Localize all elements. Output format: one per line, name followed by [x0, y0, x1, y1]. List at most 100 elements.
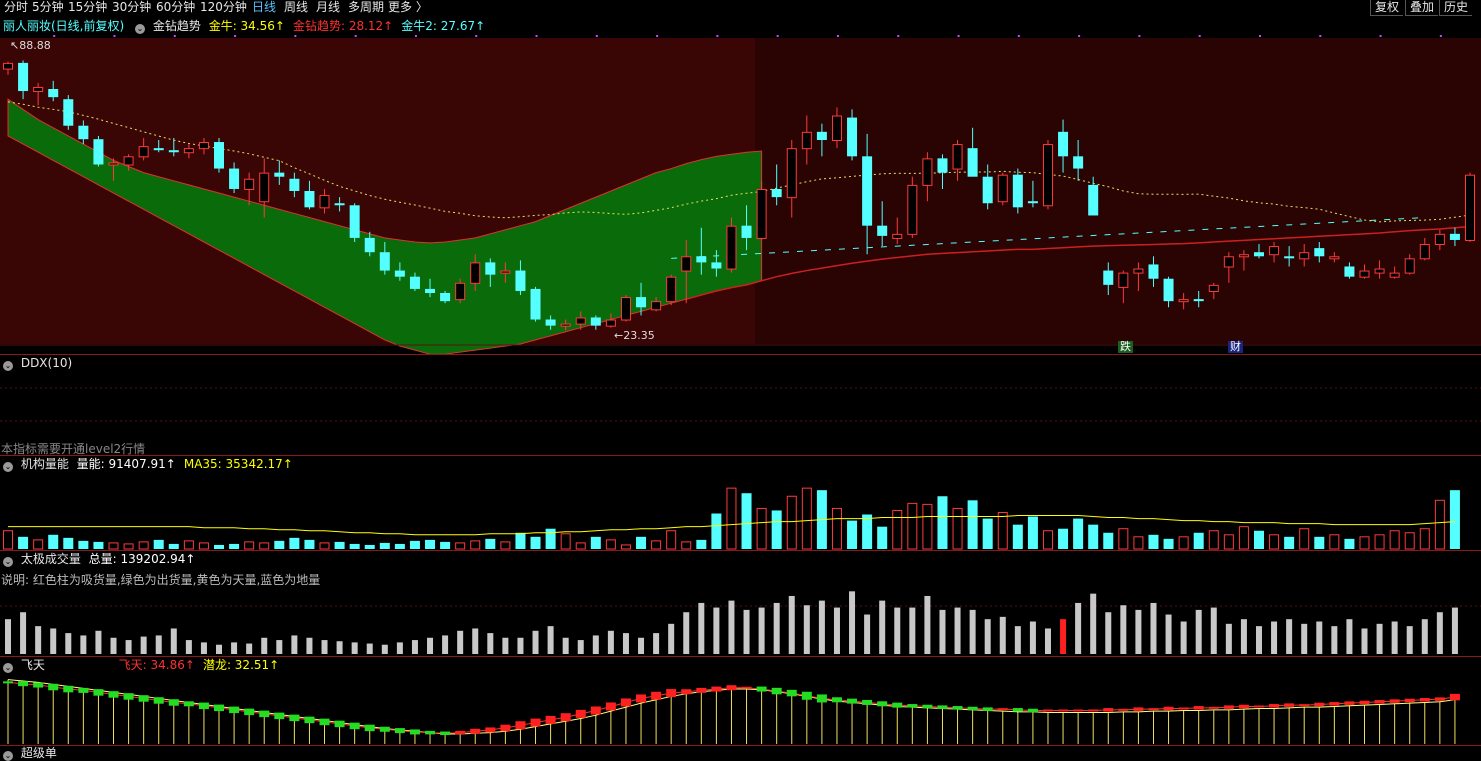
candle-body: [560, 323, 571, 327]
taiji-bar: [185, 640, 192, 654]
feitian-block: [515, 721, 526, 730]
candle-body: [1344, 266, 1355, 277]
volume-bar: [967, 500, 978, 549]
candle-body: [1042, 144, 1053, 207]
volume-bar: [847, 520, 858, 549]
toolbar-button-1[interactable]: 叠加: [1405, 0, 1439, 16]
taiji-bar: [5, 619, 11, 654]
taiji-bar: [381, 644, 388, 654]
volume-bar: [78, 540, 89, 549]
taiji-bar: [261, 637, 268, 654]
signal-dot: [1379, 35, 1382, 37]
taiji-bar: [80, 635, 87, 654]
period-tab-5[interactable]: 120分钟: [200, 0, 247, 16]
candle-body: [198, 142, 209, 150]
taiji-bar: [653, 633, 660, 654]
taiji-bar: [607, 630, 614, 654]
candle-body: [997, 174, 1008, 203]
toolbar-button-2[interactable]: 历史: [1439, 0, 1473, 16]
feitian-block: [967, 706, 978, 711]
super-order-header: ⌄ 超级单: [0, 745, 61, 761]
volume-bar: [1193, 532, 1204, 549]
period-tab-6[interactable]: 日线: [252, 0, 276, 16]
volume-bar: [862, 514, 873, 549]
period-tab-2[interactable]: 15分钟: [68, 0, 107, 16]
feitian-block: [93, 689, 104, 696]
feitian-block: [1148, 708, 1159, 711]
taiji-bar: [1331, 626, 1338, 654]
volume-bar: [620, 544, 631, 550]
candle-body: [605, 319, 616, 327]
feitian-block: [214, 704, 225, 712]
signal-dot: [776, 35, 779, 37]
candle-body: [892, 233, 903, 239]
taiji-bar: [35, 626, 42, 654]
taiji-bar: [1301, 623, 1308, 654]
candle-body: [1238, 254, 1249, 258]
period-tab-0[interactable]: 分时: [4, 0, 28, 16]
taiji-bar: [276, 640, 283, 654]
signal-dot: [294, 35, 297, 37]
volume-bar: [455, 542, 466, 550]
volume-bar: [711, 513, 722, 549]
period-tab-1[interactable]: 5分钟: [32, 0, 64, 16]
taiji-bar: [1240, 619, 1247, 654]
volume-bar: [1389, 530, 1400, 550]
super-order-menu-chevron-icon[interactable]: ⌄: [3, 751, 13, 761]
candle-body: [967, 148, 978, 177]
feitian-block: [801, 691, 812, 700]
volume-bar: [1404, 532, 1415, 550]
candle-body: [289, 178, 300, 191]
candle-body: [123, 156, 134, 166]
period-tab-7[interactable]: 周线: [284, 0, 308, 16]
candle-body: [1299, 252, 1310, 260]
taiji-bar: [577, 640, 584, 654]
super-order-title[interactable]: 超级单: [21, 746, 57, 760]
candle-body: [440, 293, 451, 302]
taiji-bar: [1406, 626, 1413, 654]
candle-body: [138, 146, 149, 158]
signal-dot: [897, 35, 900, 37]
event-tag-cai[interactable]: 财: [1228, 341, 1243, 353]
kline-chart[interactable]: [0, 16, 1481, 354]
candle-body: [1118, 272, 1129, 288]
period-tab-3[interactable]: 30分钟: [112, 0, 151, 16]
taiji-bar: [336, 641, 343, 654]
taiji-bar: [683, 612, 690, 654]
period-tab-10[interactable]: 更多 〉: [388, 0, 428, 16]
volume-bar: [1073, 518, 1084, 549]
volume-bar: [696, 539, 707, 549]
feitian-block: [1389, 699, 1400, 703]
volume-bar: [1163, 538, 1174, 549]
main-kline-panel: 丽人丽妆(日线,前复权) ⌄ 金钻趋势 金牛: 34.56↑ 金钻趋势: 28.1…: [0, 16, 1481, 354]
volume-bar: [1253, 530, 1264, 549]
taiji-volume-chart[interactable]: [0, 551, 1481, 656]
taiji-bar: [65, 633, 72, 654]
signal-dot: [957, 35, 960, 37]
taiji-bar: [999, 616, 1006, 654]
feitian-block: [244, 708, 255, 716]
event-tag-die[interactable]: 跌: [1118, 341, 1133, 353]
period-tab-8[interactable]: 月线: [316, 0, 340, 16]
taiji-bar: [1060, 619, 1067, 654]
taiji-bar: [1391, 621, 1398, 654]
candle-body: [93, 139, 104, 165]
taiji-bar: [849, 591, 856, 654]
period-tab-9[interactable]: 多周期: [348, 0, 384, 16]
feitian-block: [877, 701, 888, 707]
feitian-block: [530, 718, 541, 727]
toolbar-button-0[interactable]: 复权: [1370, 0, 1404, 16]
feitian-chart[interactable]: [0, 657, 1481, 745]
period-tab-4[interactable]: 60分钟: [156, 0, 195, 16]
candle-body: [1208, 284, 1219, 292]
volume-bar: [1118, 528, 1129, 550]
candle-body: [1434, 233, 1445, 246]
volume-bar: [1208, 530, 1219, 550]
taiji-bar: [1225, 623, 1232, 654]
volume-bar: [756, 507, 767, 550]
volume-bar: [1058, 528, 1069, 549]
volume-chart[interactable]: [0, 456, 1481, 550]
candle-body: [1148, 264, 1159, 279]
feitian-block: [440, 731, 451, 736]
feitian-block: [259, 710, 270, 718]
